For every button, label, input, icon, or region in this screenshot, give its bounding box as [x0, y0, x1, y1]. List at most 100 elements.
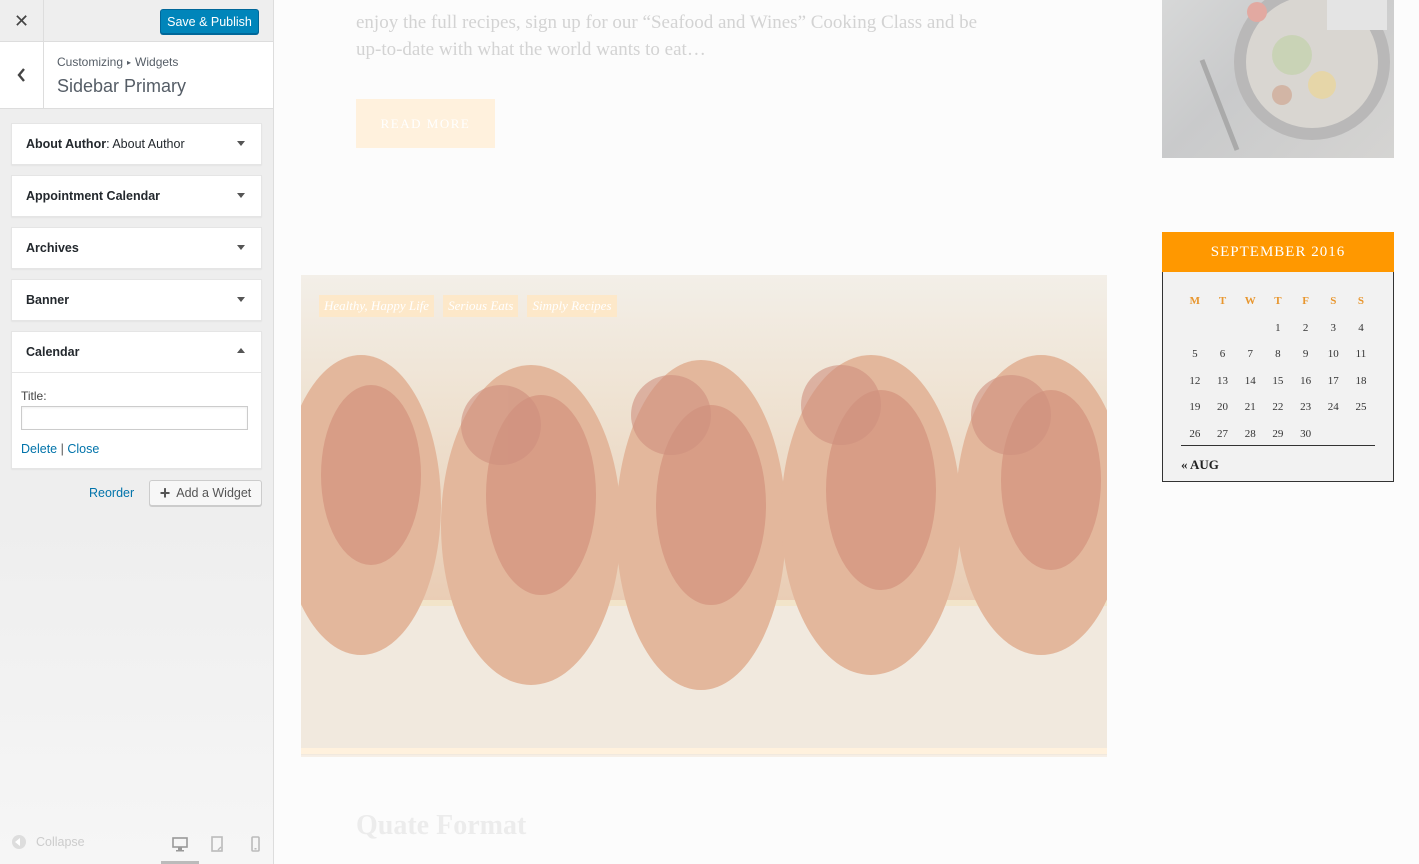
site-preview: enjoy the full recipes, sign up for our … [274, 0, 1419, 864]
widget-name: About Author [26, 137, 107, 151]
calendar-day: 10 [1327, 348, 1339, 361]
weekday-label: M [1189, 295, 1201, 308]
calendar-week-row: 19 20 21 22 23 24 25 [1181, 394, 1375, 421]
save-publish-button[interactable]: Save & Publish [160, 9, 259, 34]
widget-calendar: Calendar Title: Delete | Close [11, 331, 262, 469]
calendar-grid: M T W T F S S 1 2 3 4 5 6 7 8 9 10 11 12 13 14 15 16 17 1… [1181, 288, 1375, 447]
breadcrumb: Customizing ▸ Widgets [57, 55, 178, 69]
plus-icon: + [159, 483, 171, 503]
customizer-sidebar: ✕ Save & Publish Customizing ▸ Widgets Sid… [0, 0, 274, 864]
calendar-week-row: 1 2 3 4 [1181, 315, 1375, 342]
calendar-day: 6 [1219, 348, 1226, 361]
calendar-day: 25 [1355, 401, 1367, 414]
collapse-button[interactable]: Collapse [12, 835, 85, 849]
calendar-prev-month-link[interactable]: « AUG [1181, 457, 1219, 473]
calendar-day: 20 [1217, 401, 1229, 414]
widget-toggle-calendar[interactable]: Calendar [12, 332, 261, 372]
widget-toggle-appointment-calendar[interactable]: Appointment Calendar [12, 176, 261, 216]
featured-bottom-bar [301, 748, 1107, 754]
calendar-day: 13 [1217, 374, 1229, 387]
widget-name: Appointment Calendar [26, 189, 161, 203]
calendar-day: 9 [1302, 348, 1309, 361]
mobile-icon[interactable] [246, 835, 264, 853]
weekday-label: S [1357, 295, 1365, 308]
weekday-label: T [1218, 295, 1227, 308]
calendar-day: 11 [1355, 348, 1367, 361]
calendar-day: 5 [1192, 348, 1198, 361]
read-more-button[interactable]: READ MORE [356, 99, 495, 148]
widget-actions: Delete | Close [21, 442, 252, 456]
calendar-week-row: 26 27 28 29 30 [1181, 421, 1375, 448]
sidebar-thumbnail-image[interactable] [1162, 0, 1394, 158]
calendar-day: 16 [1300, 374, 1312, 387]
featured-image[interactable]: Healthy, Happy Life Serious Eats Simply … [301, 275, 1107, 757]
close-icon[interactable]: ✕ [0, 0, 44, 42]
calendar-day: 4 [1358, 321, 1364, 334]
calendar-day: 19 [1189, 401, 1201, 414]
widget-toggle-banner[interactable]: Banner [12, 280, 261, 320]
add-widget-label: Add a Widget [176, 486, 252, 500]
back-button[interactable] [0, 42, 44, 108]
customizer-footer: Collapse [0, 822, 273, 864]
weekday-label: T [1274, 295, 1282, 308]
calendar-day: 30 [1300, 427, 1312, 440]
calendar-day: 1 [1275, 321, 1281, 334]
calendar-day: 7 [1247, 348, 1253, 361]
calendar-day: 21 [1244, 401, 1256, 414]
widget-about-author: About Author: About Author [11, 123, 262, 165]
arrow-down-icon[interactable] [237, 297, 245, 302]
customizer-header: ✕ Save & Publish [0, 0, 273, 42]
calendar-day: 26 [1189, 427, 1201, 440]
excerpt-line: up-to-date with what the world wants to … [356, 39, 706, 60]
tablet-icon[interactable] [208, 835, 226, 853]
link-separator: | [60, 442, 64, 456]
weekday-label: F [1302, 295, 1309, 308]
reorder-link[interactable]: Reorder [89, 486, 134, 500]
widget-toggle-about-author[interactable]: About Author: About Author [12, 124, 261, 164]
collapse-label: Collapse [36, 835, 85, 849]
calendar-day: 23 [1300, 401, 1312, 414]
arrow-up-icon[interactable] [237, 348, 245, 353]
calendar-day: 15 [1272, 374, 1284, 387]
calendar-day: 24 [1327, 401, 1339, 414]
widget-calendar-form: Title: Delete | Close [12, 372, 261, 468]
add-widget-button[interactable]: + Add a Widget [149, 480, 262, 506]
breadcrumb-root: Customizing [57, 55, 124, 69]
close-link[interactable]: Close [67, 442, 99, 456]
calendar-divider [1181, 445, 1375, 446]
post-excerpt: enjoy the full recipes, sign up for our … [356, 0, 1056, 63]
widget-name: Archives [26, 241, 79, 255]
widget-name: Banner [26, 293, 70, 307]
arrow-down-icon[interactable] [237, 193, 245, 198]
widget-banner: Banner [11, 279, 262, 321]
widget-title: About Author: About Author [26, 137, 185, 151]
weekday-label: S [1330, 295, 1337, 308]
arrow-down-icon[interactable] [237, 245, 245, 250]
calendar-day: 27 [1217, 427, 1229, 440]
weekday-label: W [1244, 295, 1256, 308]
calendar-weekday-row: M T W T F S S [1181, 288, 1375, 315]
post-tags: Healthy, Happy Life Serious Eats Simply … [319, 295, 617, 317]
desktop-icon[interactable] [171, 835, 189, 853]
calendar-day: 22 [1272, 401, 1284, 414]
title-input[interactable] [21, 406, 248, 430]
tag-link[interactable]: Simply Recipes [527, 295, 617, 317]
calendar-week-row: 12 13 14 15 16 17 18 [1181, 368, 1375, 395]
widget-toggle-archives[interactable]: Archives [12, 228, 261, 268]
breadcrumb-separator-icon: ▸ [127, 58, 132, 67]
calendar-day: 8 [1275, 348, 1281, 361]
calendar-day: 17 [1327, 374, 1339, 387]
collapse-icon [12, 835, 26, 849]
tag-link[interactable]: Serious Eats [443, 295, 519, 317]
widget-name: Calendar [26, 345, 80, 359]
calendar-day: 18 [1355, 374, 1367, 387]
tag-link[interactable]: Healthy, Happy Life [319, 295, 435, 317]
post-title[interactable]: Quate Format [356, 810, 526, 842]
calendar-day: 12 [1189, 374, 1201, 387]
calendar-day: 29 [1272, 427, 1284, 440]
chevron-left-icon [16, 68, 25, 82]
arrow-down-icon[interactable] [237, 141, 245, 146]
delete-link[interactable]: Delete [21, 442, 57, 456]
title-label: Title: [21, 389, 47, 403]
breadcrumb-current: Widgets [135, 55, 179, 69]
